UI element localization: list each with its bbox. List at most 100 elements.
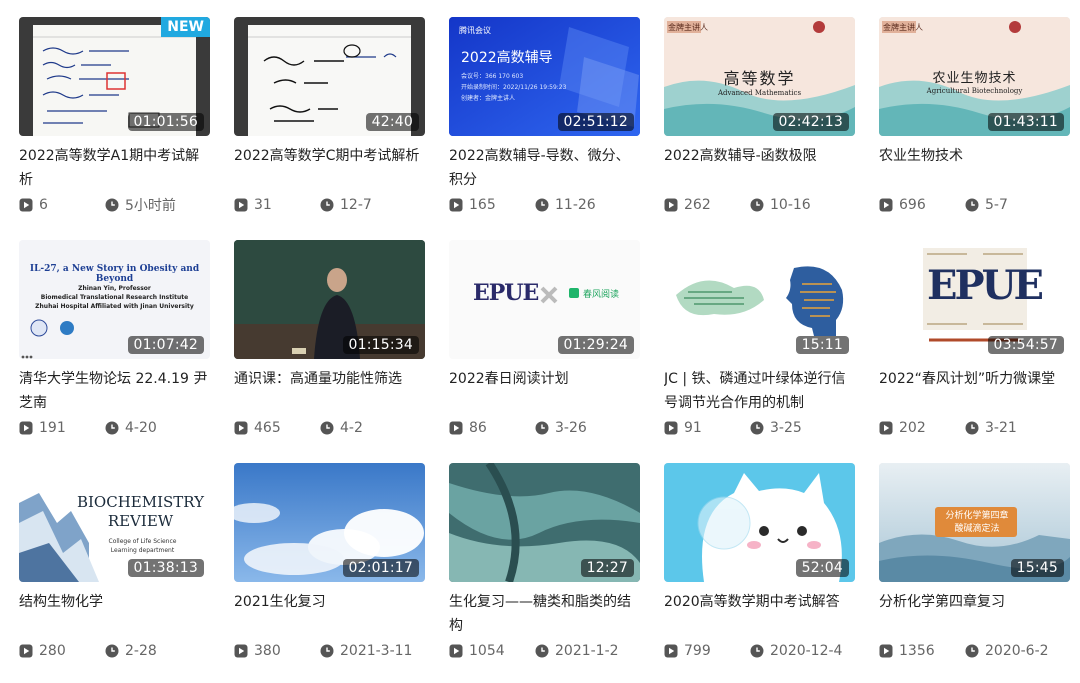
video-thumbnail[interactable]: 01:15:34 [234, 240, 425, 359]
play-count: 91 [684, 420, 702, 436]
play-count-icon [19, 421, 33, 435]
video-title[interactable]: 2022高等数学C期中考试解析 [234, 144, 425, 192]
video-card[interactable]: 腾讯会议 2022高数辅导 会议号：366 170 603 开始录制时间：202… [449, 17, 640, 237]
clock-icon [320, 644, 334, 658]
play-count-icon [879, 198, 893, 212]
play-count: 202 [899, 420, 926, 436]
thumb-info-line: 开始录制时间：2022/11/26 19:59:23 [461, 84, 567, 91]
video-meta: 465 4-2 [234, 419, 425, 437]
video-duration: 52:04 [795, 559, 849, 577]
video-thumbnail[interactable]: IL-27, a New Story in Obesity and Beyond… [19, 240, 210, 359]
video-thumbnail[interactable]: 15:11 [664, 240, 855, 359]
play-count-icon [449, 644, 463, 658]
video-thumbnail[interactable]: 金牌主讲人 高等数学 Advanced Mathematics 02:42:13 [664, 17, 855, 136]
play-count: 31 [254, 197, 272, 213]
video-thumbnail[interactable]: 腾讯会议 2022高数辅导 会议号：366 170 603 开始录制时间：202… [449, 17, 640, 136]
clock-icon [750, 198, 764, 212]
thumb-info-line: College of Life Science [108, 538, 177, 545]
video-duration: 01:15:34 [342, 336, 419, 354]
video-duration: 02:01:17 [342, 559, 419, 577]
video-title[interactable]: 2022高数辅导-函数极限 [664, 144, 855, 192]
video-card[interactable]: NEW 01:01:56 2022高等数学A1期中考试解析 6 5小时前 [19, 17, 210, 237]
video-title[interactable]: 2022春日阅读计划 [449, 367, 640, 415]
video-card[interactable]: 52:04 2020高等数学期中考试解答 799 2020-12-4 [664, 463, 855, 683]
thumb-tag: 金牌主讲人 [668, 23, 708, 32]
video-card[interactable]: 12:27 生化复习——糖类和脂类的结构 1054 2021-1-2 [449, 463, 640, 683]
upload-time: 2021-1-2 [555, 643, 619, 659]
play-count-icon [234, 421, 248, 435]
video-meta: 91 3-25 [664, 419, 855, 437]
video-title[interactable]: 2022“春风计划”听力微课堂 [879, 367, 1070, 415]
video-card[interactable]: 02:01:17 2021生化复习 380 2021-3-11 [234, 463, 425, 683]
video-title[interactable]: 结构生物化学 [19, 590, 210, 638]
play-count: 86 [469, 420, 487, 436]
video-thumbnail[interactable]: EPUE 春风阅读 01:29:24 [449, 240, 640, 359]
video-title[interactable]: 2021生化复习 [234, 590, 425, 638]
video-meta: 191 4-20 [19, 419, 210, 437]
video-meta: 1054 2021-1-2 [449, 642, 640, 660]
video-duration: 03:54:57 [987, 336, 1064, 354]
video-title[interactable]: 农业生物技术 [879, 144, 1070, 192]
video-title[interactable]: 清华大学生物论坛 22.4.19 尹芝南 [19, 367, 210, 415]
video-thumbnail[interactable]: NEW 01:01:56 [19, 17, 210, 136]
video-grid: NEW 01:01:56 2022高等数学A1期中考试解析 6 5小时前 42:… [0, 0, 1080, 678]
video-card[interactable]: BIOCHEMISTRY REVIEW College of Life Scie… [19, 463, 210, 683]
meeting-brand: 腾讯会议 [459, 26, 491, 35]
thumb-heading: 2022高数辅导 [461, 50, 553, 66]
video-thumbnail[interactable]: 12:27 [449, 463, 640, 582]
video-title[interactable]: 2022高等数学A1期中考试解析 [19, 144, 210, 192]
play-count: 380 [254, 643, 281, 659]
video-duration: 42:40 [365, 113, 419, 131]
video-card[interactable]: 分析化学第四章 酸碱滴定法 15:45 分析化学第四章复习 1356 2020-… [879, 463, 1070, 683]
play-count: 280 [39, 643, 66, 659]
video-meta: 6 5小时前 [19, 196, 210, 214]
play-count-icon [19, 198, 33, 212]
thumb-info-line: Zhuhai Hospital Affiliated with Jinan Un… [35, 303, 194, 310]
video-card[interactable]: EPUE 03:54:57 2022“春风计划”听力微课堂 202 3-21 [879, 240, 1070, 460]
video-title[interactable]: 2020高等数学期中考试解答 [664, 590, 855, 638]
play-count: 696 [899, 197, 926, 213]
play-count: 262 [684, 197, 711, 213]
video-title[interactable]: JC | 铁、磷通过叶绿体逆行信号调节光合作用的机制 [664, 367, 855, 415]
upload-time: 2020-12-4 [770, 643, 843, 659]
thumb-info-line: Learning department [110, 547, 175, 554]
thumb-heading: 农业生物技术 [932, 71, 1017, 86]
upload-time: 3-25 [770, 420, 802, 436]
video-thumbnail[interactable]: EPUE 03:54:57 [879, 240, 1070, 359]
clock-icon [320, 421, 334, 435]
video-card[interactable]: EPUE 春风阅读 01:29:24 2022春日阅读计划 86 3-26 [449, 240, 640, 460]
video-meta: 31 12-7 [234, 196, 425, 214]
clock-icon [320, 198, 334, 212]
play-count: 6 [39, 197, 48, 213]
video-title[interactable]: 2022高数辅导-导数、微分、积分 [449, 144, 640, 192]
play-count: 165 [469, 197, 496, 213]
video-card[interactable]: 42:40 2022高等数学C期中考试解析 31 12-7 [234, 17, 425, 237]
video-card[interactable]: 15:11 JC | 铁、磷通过叶绿体逆行信号调节光合作用的机制 91 3-25 [664, 240, 855, 460]
clock-icon [965, 421, 979, 435]
video-title[interactable]: 生化复习——糖类和脂类的结构 [449, 590, 640, 638]
video-card[interactable]: 金牌主讲人 农业生物技术 Agricultural Biotechnology … [879, 17, 1070, 237]
video-title[interactable]: 通识课：高通量功能性筛选 [234, 367, 425, 415]
thumb-info-line: 会议号：366 170 603 [461, 73, 524, 80]
video-title[interactable]: 分析化学第四章复习 [879, 590, 1070, 638]
video-meta: 696 5-7 [879, 196, 1070, 214]
video-thumbnail[interactable]: 52:04 [664, 463, 855, 582]
upload-time: 5-7 [985, 197, 1008, 213]
video-meta: 86 3-26 [449, 419, 640, 437]
clock-icon [535, 421, 549, 435]
video-card[interactable]: 01:15:34 通识课：高通量功能性筛选 465 4-2 [234, 240, 425, 460]
clock-icon [535, 644, 549, 658]
upload-time: 4-20 [125, 420, 157, 436]
thumb-info-line: 创建者：金牌主讲人 [461, 95, 516, 102]
video-thumbnail[interactable]: 02:01:17 [234, 463, 425, 582]
thumb-info-line: Zhinan Yin, Professor [78, 285, 151, 292]
thumb-heading: IL-27, a New Story in Obesity and Beyond [29, 264, 200, 284]
video-thumbnail[interactable]: 金牌主讲人 农业生物技术 Agricultural Biotechnology … [879, 17, 1070, 136]
video-card[interactable]: 金牌主讲人 高等数学 Advanced Mathematics 02:42:13… [664, 17, 855, 237]
play-count-icon [449, 421, 463, 435]
thumb-heading-line: REVIEW [107, 512, 174, 530]
video-thumbnail[interactable]: BIOCHEMISTRY REVIEW College of Life Scie… [19, 463, 210, 582]
video-thumbnail[interactable]: 分析化学第四章 酸碱滴定法 15:45 [879, 463, 1070, 582]
video-card[interactable]: IL-27, a New Story in Obesity and Beyond… [19, 240, 210, 460]
video-thumbnail[interactable]: 42:40 [234, 17, 425, 136]
